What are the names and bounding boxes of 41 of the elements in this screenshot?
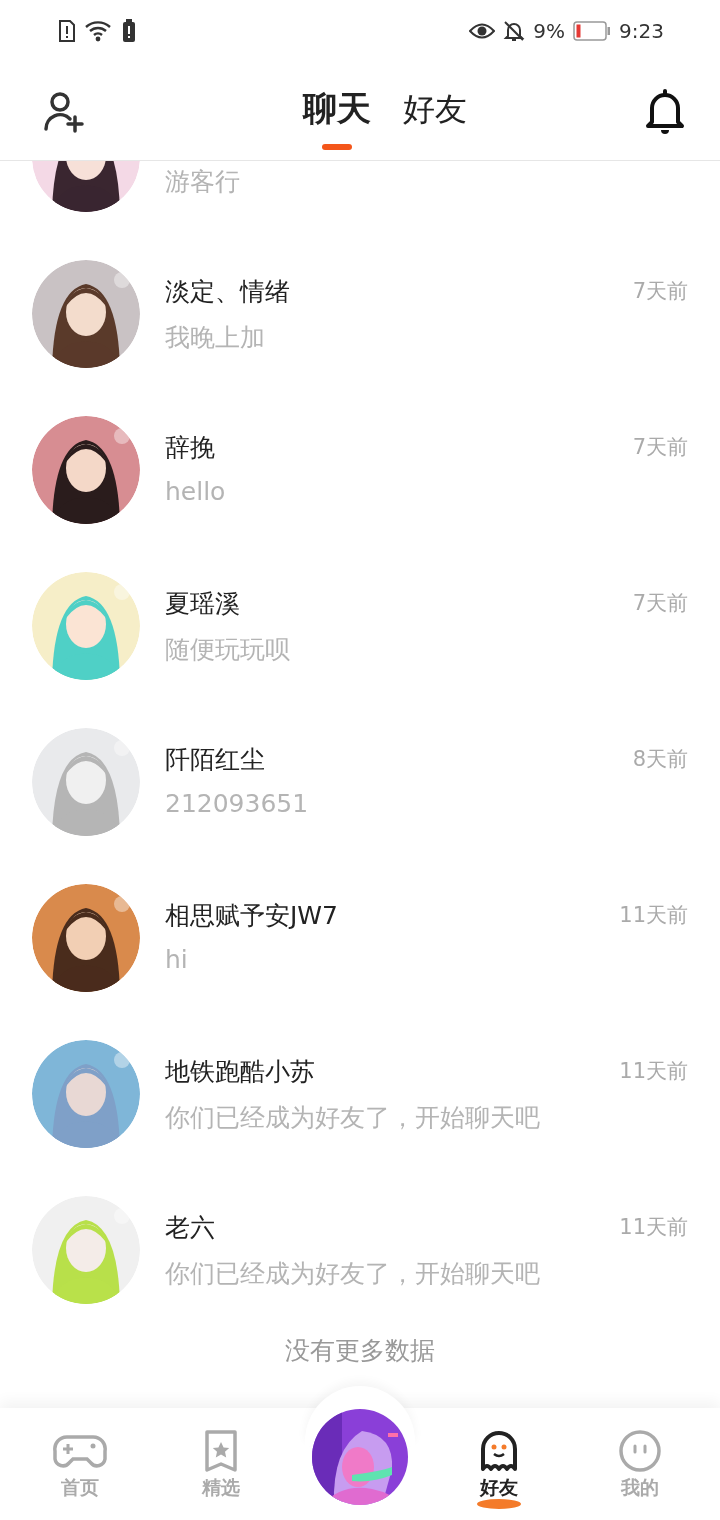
- status-time: 9:23: [619, 19, 664, 43]
- bell-icon[interactable]: [644, 88, 686, 134]
- message-time: 7天前: [632, 278, 688, 305]
- bell-off-icon: [503, 20, 526, 42]
- contact-name: 辞挽: [165, 431, 215, 464]
- contact-name: 地铁跑酷小苏: [165, 1055, 315, 1088]
- message-preview: hello: [165, 477, 227, 508]
- message-preview: 我晚上加: [165, 322, 266, 353]
- sim-alert-icon: [58, 19, 76, 43]
- nav-label: 精选: [202, 1475, 241, 1500]
- contact-name: 夏瑶溪: [165, 587, 240, 620]
- nav-label: 好友: [479, 1475, 518, 1500]
- tab-indicator: [322, 144, 352, 150]
- battery-alert-icon: [122, 19, 136, 43]
- contact-name: 相思赋予安JW7: [165, 899, 338, 932]
- message-time: 7天前: [632, 434, 688, 461]
- message-time: 11天前: [619, 1214, 688, 1241]
- message-preview: hi: [165, 945, 189, 976]
- contact-name: 阡陌红尘: [165, 743, 265, 776]
- nav-tab[interactable]: 好友: [448, 1419, 549, 1513]
- message-time: 11天前: [619, 902, 688, 929]
- message-time: 8天前: [632, 746, 688, 773]
- contact-name: 老六: [165, 1211, 215, 1244]
- add-friend-icon[interactable]: [42, 89, 86, 133]
- message-preview: 你们已经成为好友了，开始聊天吧: [165, 1258, 541, 1289]
- battery-percent: 9%: [533, 19, 566, 43]
- header-tab[interactable]: 聊天: [303, 72, 371, 150]
- eye-icon: [469, 22, 496, 40]
- message-preview: 随便玩玩呗: [165, 634, 291, 665]
- header-tab[interactable]: 好友: [403, 74, 467, 150]
- contact-name: 淡定、情绪: [165, 275, 290, 308]
- message-time: 7天前: [632, 590, 688, 617]
- message-time: 11天前: [619, 1058, 688, 1085]
- nav-label: 我的: [620, 1475, 659, 1500]
- message-preview: 游客行: [165, 166, 241, 197]
- battery-icon: [573, 21, 612, 41]
- message-preview: 你们已经成为好友了，开始聊天吧: [165, 1102, 541, 1133]
- no-more-data-text: 没有更多数据: [284, 1335, 436, 1367]
- message-preview: 212093651: [165, 789, 310, 820]
- nav-label: 首页: [61, 1475, 100, 1500]
- tab-indicator: [476, 1499, 521, 1509]
